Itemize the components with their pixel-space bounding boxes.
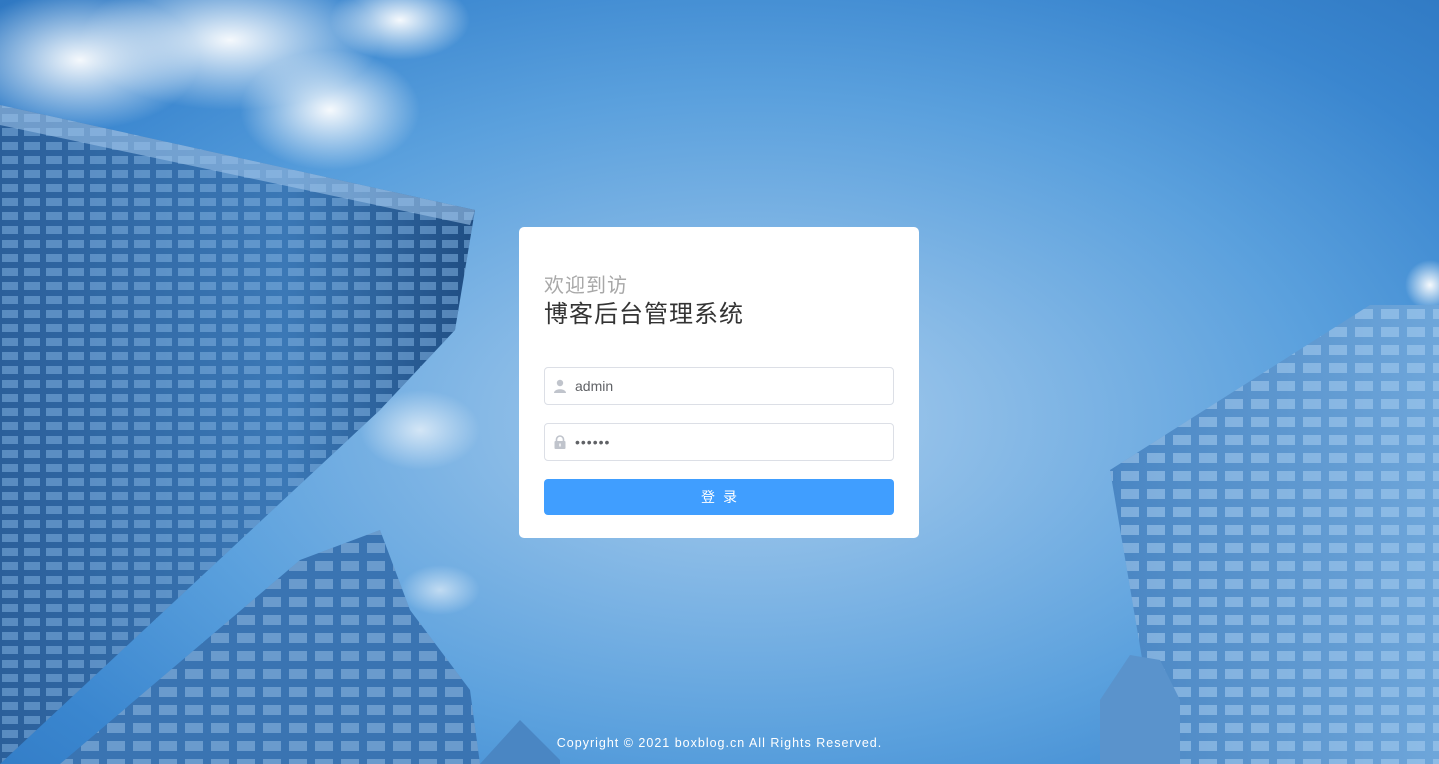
login-page: 欢迎到访 博客后台管理系统 登录 Copyright © 2 <box>0 0 1439 764</box>
copyright-text: Copyright © 2021 boxblog.cn All Rights R… <box>556 736 883 750</box>
password-input[interactable] <box>575 425 893 459</box>
lock-icon <box>545 424 575 460</box>
login-card: 欢迎到访 博客后台管理系统 登录 <box>519 227 919 538</box>
password-field[interactable] <box>544 423 894 461</box>
welcome-text: 欢迎到访 <box>544 273 628 297</box>
username-input[interactable] <box>575 369 893 403</box>
system-title: 博客后台管理系统 <box>544 300 744 328</box>
username-field[interactable] <box>544 367 894 405</box>
user-icon <box>545 368 575 404</box>
login-button[interactable]: 登录 <box>544 479 894 515</box>
